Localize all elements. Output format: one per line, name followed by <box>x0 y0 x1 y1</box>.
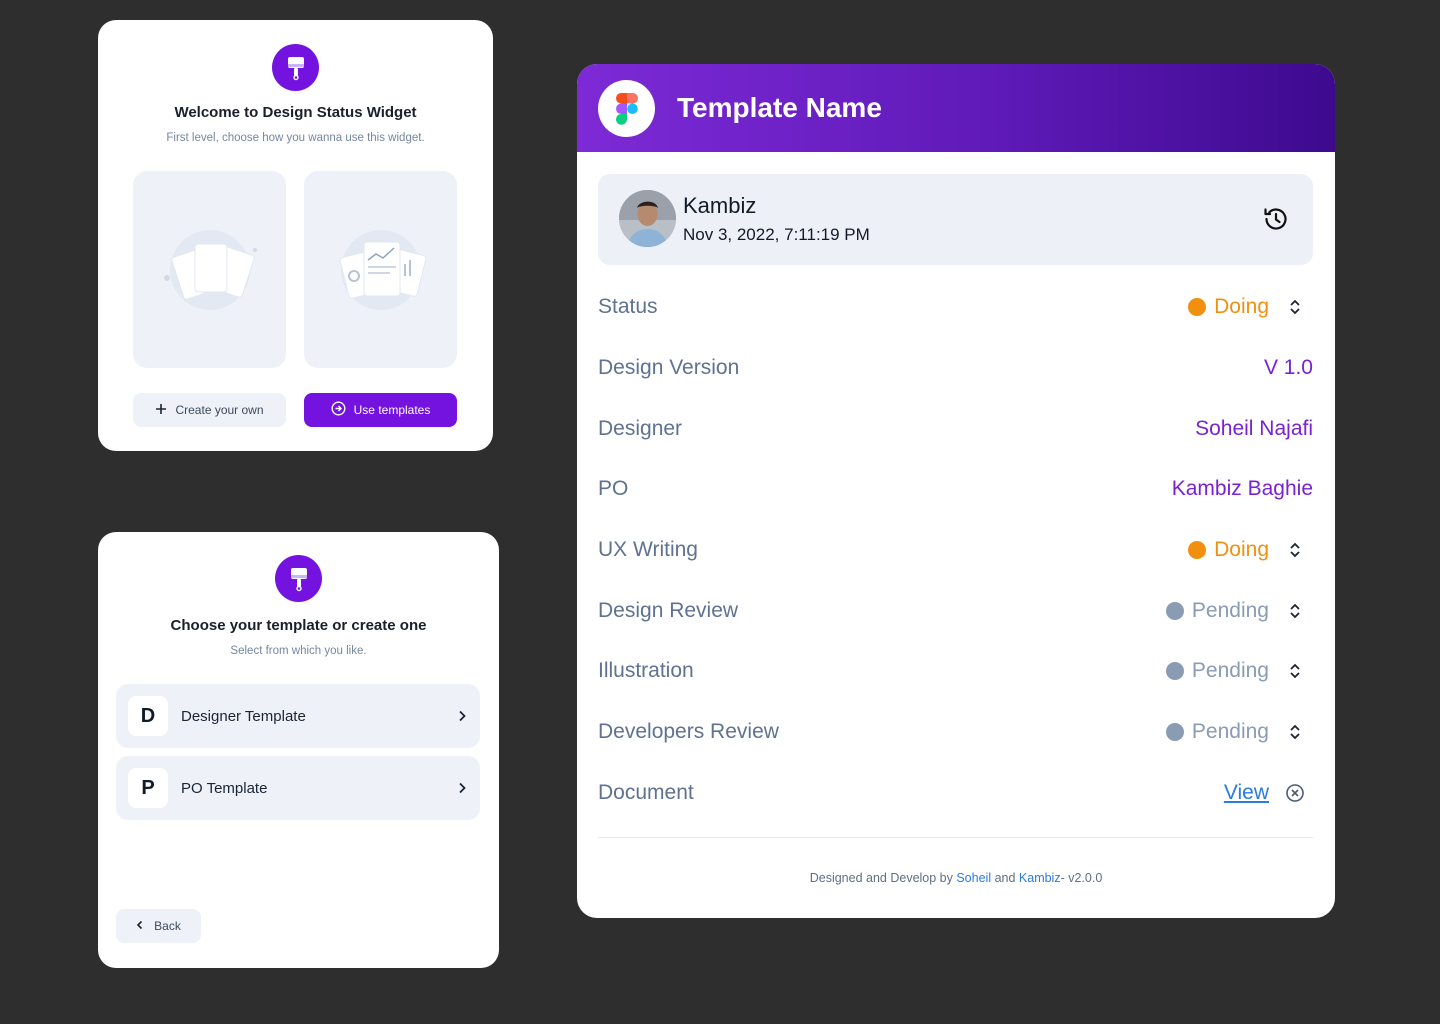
create-own-button[interactable]: Create your own <box>133 393 286 427</box>
field-row-illustration: Illustration Pending <box>598 651 1313 691</box>
status-select[interactable]: Doing <box>1188 295 1313 319</box>
divider <box>598 837 1313 838</box>
field-row-design-version: Design Version V 1.0 <box>598 348 1313 388</box>
template-label: PO Template <box>181 779 268 797</box>
chevron-right-icon <box>444 782 480 794</box>
field-row-po: PO Kambiz Baghie <box>598 469 1313 509</box>
status-widget-card: Template Name Kambiz Nov 3, 2022, 7:11:1… <box>577 64 1335 918</box>
use-templates-tile[interactable] <box>304 171 457 368</box>
designer-template-item[interactable]: D Designer Template <box>116 684 480 748</box>
template-label: Designer Template <box>181 707 306 725</box>
footer-and: and <box>991 871 1019 885</box>
plus-icon <box>155 403 167 418</box>
field-label: Document <box>598 781 694 804</box>
paint-brush-icon <box>275 555 322 602</box>
arrow-circle-icon <box>331 401 346 419</box>
author-link-soheil[interactable]: Soheil <box>956 871 991 885</box>
field-row-document: Document View <box>598 773 1313 813</box>
back-label: Back <box>154 919 181 933</box>
field-label: Design Version <box>598 356 740 379</box>
status-dot <box>1188 541 1207 559</box>
footer-prefix: Designed and Develop by <box>809 871 957 885</box>
welcome-title: Welcome to Design Status Widget <box>174 104 417 121</box>
status-value: Doing <box>1214 295 1269 318</box>
use-templates-button[interactable]: Use templates <box>304 393 457 427</box>
chevron-left-icon <box>136 919 144 933</box>
field-value: Soheil Najafi <box>1195 417 1313 440</box>
status-dot <box>1165 662 1184 680</box>
welcome-subtitle: First level, choose how you wanna use th… <box>166 132 425 144</box>
field-value: V 1.0 <box>1263 356 1313 379</box>
chevron-right-icon <box>444 710 480 722</box>
user-name: Kambiz <box>683 193 757 218</box>
avatar <box>619 190 676 247</box>
create-own-tile[interactable] <box>133 171 286 368</box>
field-row-developers-review: Developers Review Pending <box>598 712 1313 752</box>
status-value: Pending <box>1191 659 1269 682</box>
field-row-status: Status Doing <box>598 287 1313 327</box>
template-papers-illustration <box>339 229 426 310</box>
field-row-ux-writing: UX Writing Doing <box>598 530 1313 570</box>
status-dot <box>1165 602 1184 620</box>
choose-template-card: Choose your template or create one Selec… <box>98 532 499 968</box>
po-template-item[interactable]: P PO Template <box>116 756 480 820</box>
field-label: Design Review <box>598 599 739 622</box>
user-info-box: Kambiz Nov 3, 2022, 7:11:19 PM <box>598 174 1313 265</box>
paint-brush-icon <box>272 44 319 91</box>
field-label: Developers Review <box>598 720 779 743</box>
status-select[interactable]: Pending <box>1165 599 1313 623</box>
status-select[interactable]: Pending <box>1165 720 1313 744</box>
field-label: PO <box>598 477 629 500</box>
user-date: Nov 3, 2022, 7:11:19 PM <box>683 225 870 244</box>
use-templates-label: Use templates <box>353 403 431 417</box>
status-dot <box>1165 723 1184 741</box>
status-dot <box>1188 298 1207 316</box>
field-label: Designer <box>598 417 683 440</box>
status-select[interactable]: Doing <box>1188 538 1313 562</box>
field-row-designer: Designer Soheil Najafi <box>598 409 1313 449</box>
field-label: Illustration <box>598 659 694 682</box>
view-document-link[interactable]: View <box>1224 781 1269 805</box>
figma-logo-icon <box>598 80 655 137</box>
footer-credits: Designed and Develop by Soheil and Kambi… <box>577 871 1335 885</box>
status-value: Doing <box>1214 538 1269 561</box>
sort-updown-icon[interactable] <box>1277 542 1313 558</box>
status-value: Pending <box>1191 599 1269 622</box>
back-button[interactable]: Back <box>116 909 201 943</box>
sort-updown-icon[interactable] <box>1277 724 1313 740</box>
template-letter: D <box>128 696 168 736</box>
field-label: Status <box>598 295 658 318</box>
create-own-label: Create your own <box>175 403 264 417</box>
field-value: Kambiz Baghie <box>1171 477 1313 500</box>
blank-papers-illustration <box>163 229 257 310</box>
sort-updown-icon[interactable] <box>1277 663 1313 679</box>
document-actions: View <box>1224 781 1313 805</box>
template-letter: P <box>128 768 168 808</box>
close-circle-icon[interactable] <box>1277 783 1313 803</box>
sort-updown-icon[interactable] <box>1277 299 1313 315</box>
status-select[interactable]: Pending <box>1165 659 1313 683</box>
field-row-design-review: Design Review Pending <box>598 591 1313 631</box>
choose-subtitle: Select from which you like. <box>230 645 367 657</box>
sort-updown-icon[interactable] <box>1277 603 1313 619</box>
field-label: UX Writing <box>598 538 698 561</box>
status-header: Template Name <box>577 64 1335 152</box>
welcome-card: Welcome to Design Status Widget First le… <box>98 20 493 451</box>
choose-title: Choose your template or create one <box>170 617 427 634</box>
template-name-title: Template Name <box>677 92 882 123</box>
footer-version: - v2.0.0 <box>1060 871 1103 885</box>
author-link-kambiz[interactable]: Kambiz <box>1019 871 1061 885</box>
status-value: Pending <box>1191 720 1269 743</box>
history-icon[interactable] <box>1259 202 1293 236</box>
